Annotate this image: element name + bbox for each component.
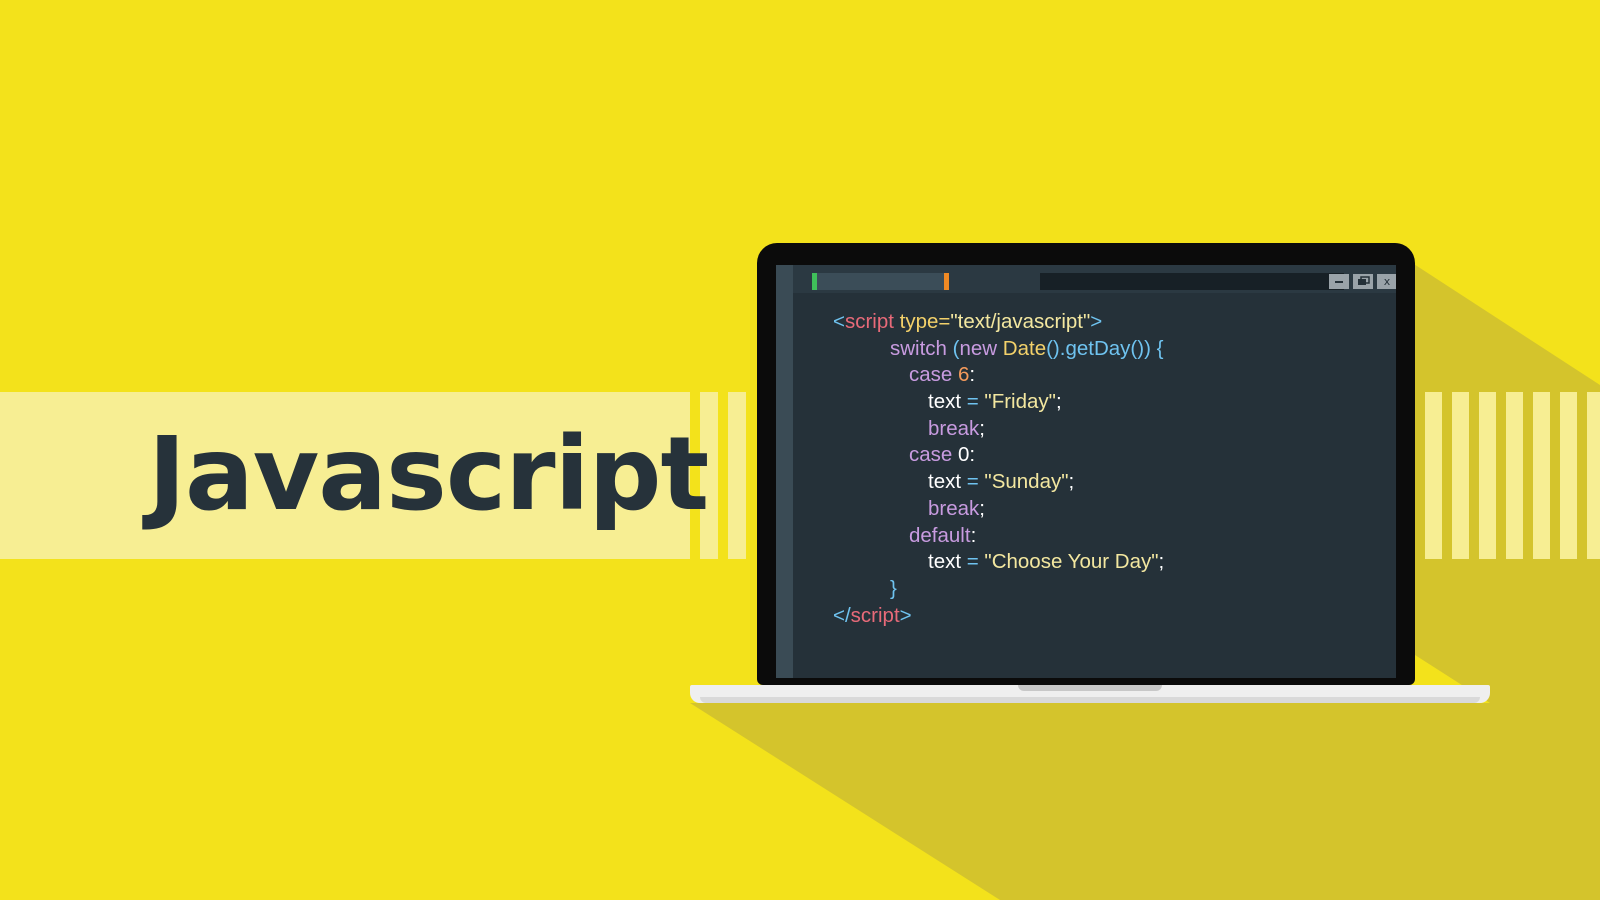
- code-token: =: [961, 470, 985, 494]
- minimize-icon[interactable]: [1329, 274, 1349, 289]
- banner-stripe: [1560, 392, 1577, 559]
- code-token: :: [969, 443, 976, 467]
- code-token: text: [928, 390, 962, 414]
- close-button[interactable]: x: [1377, 274, 1396, 289]
- code-token: :: [969, 363, 976, 387]
- editor-gutter: [776, 265, 793, 678]
- code-token: </: [833, 603, 851, 627]
- banner-stripe: [728, 392, 746, 559]
- code-token: new: [959, 336, 1003, 360]
- code-token: <: [833, 310, 845, 333]
- laptop-notch: [1018, 685, 1162, 691]
- code-line: </script>: [833, 603, 1164, 630]
- code-token: "Sunday": [984, 470, 1069, 494]
- code-token: ;: [1158, 550, 1165, 574]
- code-token: ;: [979, 496, 985, 520]
- code-token: switch: [890, 336, 953, 360]
- code-token: script: [850, 603, 900, 627]
- code-token: case: [909, 443, 958, 467]
- code-line: break;: [833, 416, 1164, 443]
- banner-stripe: [1587, 392, 1600, 559]
- code-token: text: [928, 470, 962, 494]
- editor-titlebar: x: [793, 265, 1396, 293]
- editor-tab[interactable]: [812, 273, 948, 290]
- editor-address-bar[interactable]: [1040, 273, 1344, 290]
- banner-stripe: [1506, 392, 1523, 559]
- code-token: script: [844, 310, 894, 333]
- laptop-base-edge: [700, 697, 1480, 703]
- code-token: 0: [958, 443, 970, 467]
- banner-stripe: [1452, 392, 1469, 559]
- banner-stripe: [1425, 392, 1442, 559]
- close-icon: x: [1383, 275, 1391, 288]
- code-token: 6: [958, 363, 970, 387]
- code-editor-window: x <script type="text/javascript"> switch …: [776, 265, 1396, 678]
- code-token: ;: [979, 416, 985, 440]
- code-token: default: [909, 523, 971, 547]
- code-token: "Choose Your Day": [984, 550, 1159, 574]
- code-token: case: [909, 363, 958, 387]
- banner-stripe: [1479, 392, 1496, 559]
- code-token: text: [928, 550, 962, 574]
- code-token: }: [890, 576, 897, 600]
- tab-marker-green: [812, 273, 817, 290]
- banner-stripe: [1533, 392, 1550, 559]
- code-token: =: [961, 550, 985, 574]
- code-token: "text/javascript": [950, 310, 1091, 333]
- code-token: ().getDay()) {: [1046, 336, 1164, 360]
- code-token: "Friday": [984, 390, 1056, 414]
- code-token: Date: [1002, 336, 1047, 360]
- code-token: break: [928, 496, 980, 520]
- code-line: text = "Friday";: [833, 389, 1164, 416]
- code-line: case 6:: [833, 362, 1164, 389]
- code-line: default:: [833, 523, 1164, 550]
- code-token: =: [961, 390, 985, 414]
- tab-marker-orange: [944, 273, 949, 290]
- code-token: break: [928, 416, 980, 440]
- code-token: ;: [1068, 470, 1075, 494]
- code-token: ;: [1055, 390, 1062, 414]
- code-token: :: [970, 523, 977, 547]
- restore-icon[interactable]: [1353, 274, 1373, 289]
- code-line: text = "Choose Your Day";: [833, 549, 1164, 576]
- code-token: >: [1090, 310, 1103, 333]
- code-line: case 0:: [833, 442, 1164, 469]
- code-token: >: [899, 603, 912, 627]
- code-block[interactable]: <script type="text/javascript"> switch (n…: [833, 309, 1164, 629]
- code-line: text = "Sunday";: [833, 469, 1164, 496]
- code-line: break;: [833, 496, 1164, 523]
- code-line: <script type="text/javascript">: [833, 309, 1164, 336]
- code-line: }: [833, 576, 1164, 603]
- code-line: switch (new Date().getDay()) {: [833, 336, 1164, 363]
- code-token: type=: [893, 310, 951, 333]
- page-title: Javascript: [148, 415, 709, 534]
